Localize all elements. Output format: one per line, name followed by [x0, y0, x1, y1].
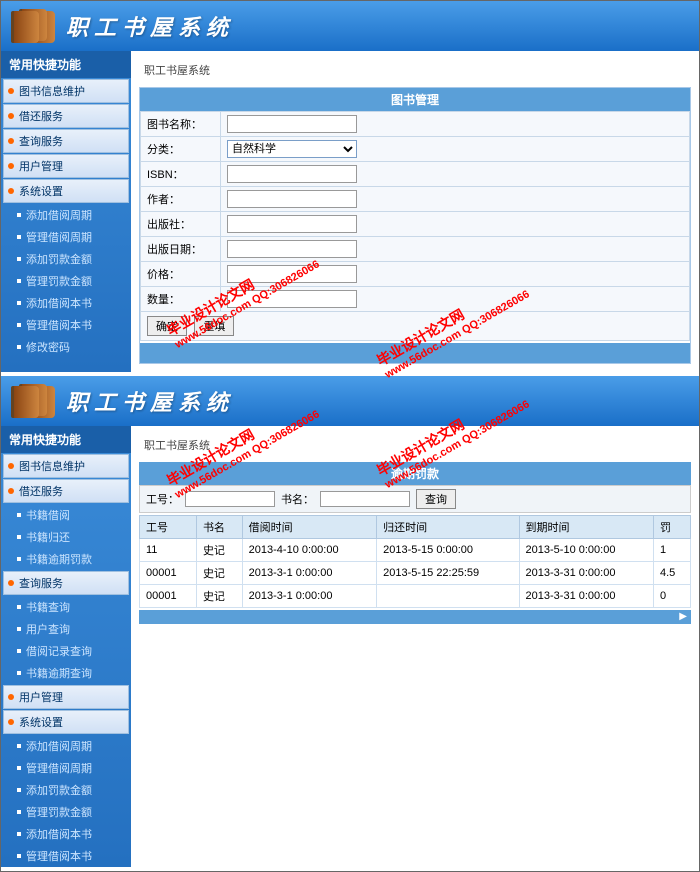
table-col: 工号 — [140, 516, 197, 539]
app-title: 职工书屋系统 — [66, 10, 234, 42]
app-title-2: 职工书屋系统 — [66, 385, 234, 417]
table-col: 罚 — [654, 516, 691, 539]
menu-query[interactable]: 查询服务 — [3, 129, 129, 153]
breadcrumb: 职工书屋系统 — [139, 59, 691, 81]
sub-book-borrow[interactable]: 书籍借阅 — [1, 504, 131, 526]
sub-change-password[interactable]: 修改密码 — [1, 336, 131, 358]
sub-manage-borrow-book[interactable]: 管理借阅本书 — [1, 314, 131, 336]
menu-users-2[interactable]: 用户管理 — [3, 685, 129, 709]
fine-table: 工号书名借阅时间归还时间到期时间罚 11史记2013-4-10 0:00:002… — [139, 515, 691, 608]
sidebar-title: 常用快捷功能 — [1, 51, 131, 78]
sub-borrow-record-query[interactable]: 借阅记录查询 — [1, 640, 131, 662]
sub-overdue-query[interactable]: 书籍逾期查询 — [1, 662, 131, 684]
search-bar: 工号： 书名： 查询 — [139, 485, 691, 513]
books-icon — [11, 9, 51, 44]
main-content-2: 职工书屋系统 逾期罚款 工号： 书名： 查询 工号书名借阅时间归还时间到期时间罚… — [131, 426, 699, 867]
input-qty[interactable] — [227, 290, 357, 308]
input-book-name[interactable] — [227, 115, 357, 133]
menu-book-info[interactable]: 图书信息维护 — [3, 79, 129, 103]
sub-add-fine-2[interactable]: 添加罚款金额 — [1, 779, 131, 801]
search-button[interactable]: 查询 — [416, 489, 456, 509]
sub-manage-borrow-period-2[interactable]: 管理借阅周期 — [1, 757, 131, 779]
panel-title: 图书管理 — [140, 88, 690, 111]
main-content: 职工书屋系统 图书管理 图书名称： 分类： 自然科学 ISBN： 作者： 出版社：… — [131, 51, 699, 372]
search-label-id: 工号： — [146, 491, 179, 507]
sidebar-title-2: 常用快捷功能 — [1, 426, 131, 453]
label-author: 作者： — [141, 187, 221, 212]
sub-manage-borrow-book-2[interactable]: 管理借阅本书 — [1, 845, 131, 867]
input-price[interactable] — [227, 265, 357, 283]
label-isbn: ISBN： — [141, 162, 221, 187]
sub-add-borrow-book[interactable]: 添加借阅本书 — [1, 292, 131, 314]
sub-manage-fine-2[interactable]: 管理罚款金额 — [1, 801, 131, 823]
search-input-id[interactable] — [185, 491, 275, 507]
input-isbn[interactable] — [227, 165, 357, 183]
menu-system-2[interactable]: 系统设置 — [3, 710, 129, 734]
table-title: 逾期罚款 — [139, 462, 691, 485]
input-author[interactable] — [227, 190, 357, 208]
sub-manage-borrow-period[interactable]: 管理借阅周期 — [1, 226, 131, 248]
sidebar-2: 常用快捷功能 图书信息维护 借还服务 书籍借阅 书籍归还 书籍逾期罚款 查询服务… — [1, 426, 131, 867]
breadcrumb-2: 职工书屋系统 — [139, 434, 691, 456]
table-col: 书名 — [196, 516, 242, 539]
menu-borrow-return-2[interactable]: 借还服务 — [3, 479, 129, 503]
app-header-2: 职工书屋系统 — [1, 376, 699, 426]
sub-book-return[interactable]: 书籍归还 — [1, 526, 131, 548]
submit-button[interactable]: 确定 — [147, 316, 187, 336]
sub-add-borrow-period-2[interactable]: 添加借阅周期 — [1, 735, 131, 757]
book-form-panel: 图书管理 图书名称： 分类：自然科学 ISBN： 作者： 出版社： 出版日期： … — [139, 87, 691, 364]
table-row[interactable]: 00001史记2013-3-1 0:00:002013-3-31 0:00:00… — [140, 585, 691, 608]
label-publisher: 出版社： — [141, 212, 221, 237]
label-pubdate: 出版日期： — [141, 237, 221, 262]
menu-system[interactable]: 系统设置 — [3, 179, 129, 203]
sub-manage-fine[interactable]: 管理罚款金额 — [1, 270, 131, 292]
label-qty: 数量： — [141, 287, 221, 312]
table-col: 归还时间 — [377, 516, 519, 539]
sub-add-borrow-book-2[interactable]: 添加借阅本书 — [1, 823, 131, 845]
sub-add-fine[interactable]: 添加罚款金额 — [1, 248, 131, 270]
table-col: 到期时间 — [519, 516, 653, 539]
table-col: 借阅时间 — [242, 516, 376, 539]
menu-book-info-2[interactable]: 图书信息维护 — [3, 454, 129, 478]
search-label-name: 书名： — [281, 491, 314, 507]
sub-overdue-fine[interactable]: 书籍逾期罚款 — [1, 548, 131, 570]
input-pubdate[interactable] — [227, 240, 357, 258]
menu-users[interactable]: 用户管理 — [3, 154, 129, 178]
label-name: 图书名称： — [141, 112, 221, 137]
input-publisher[interactable] — [227, 215, 357, 233]
sub-user-query[interactable]: 用户查询 — [1, 618, 131, 640]
table-row[interactable]: 00001史记2013-3-1 0:00:002013-5-15 22:25:5… — [140, 562, 691, 585]
menu-borrow-return[interactable]: 借还服务 — [3, 104, 129, 128]
app-header: 职工书屋系统 — [1, 1, 699, 51]
table-row[interactable]: 11史记2013-4-10 0:00:002013-5-15 0:00:0020… — [140, 539, 691, 562]
scroll-right-icon[interactable]: ▶ — [679, 611, 687, 622]
menu-query-2[interactable]: 查询服务 — [3, 571, 129, 595]
label-category: 分类： — [141, 137, 221, 162]
h-scrollbar[interactable]: ▶ — [139, 610, 691, 624]
reset-button[interactable]: 重填 — [194, 316, 234, 336]
panel-footer — [140, 343, 690, 363]
search-input-name[interactable] — [320, 491, 410, 507]
sub-add-borrow-period[interactable]: 添加借阅周期 — [1, 204, 131, 226]
sidebar: 常用快捷功能 图书信息维护 借还服务 查询服务 用户管理 系统设置 添加借阅周期… — [1, 51, 131, 372]
books-icon — [11, 384, 51, 419]
sub-book-query[interactable]: 书籍查询 — [1, 596, 131, 618]
select-category[interactable]: 自然科学 — [227, 140, 357, 158]
label-price: 价格： — [141, 262, 221, 287]
